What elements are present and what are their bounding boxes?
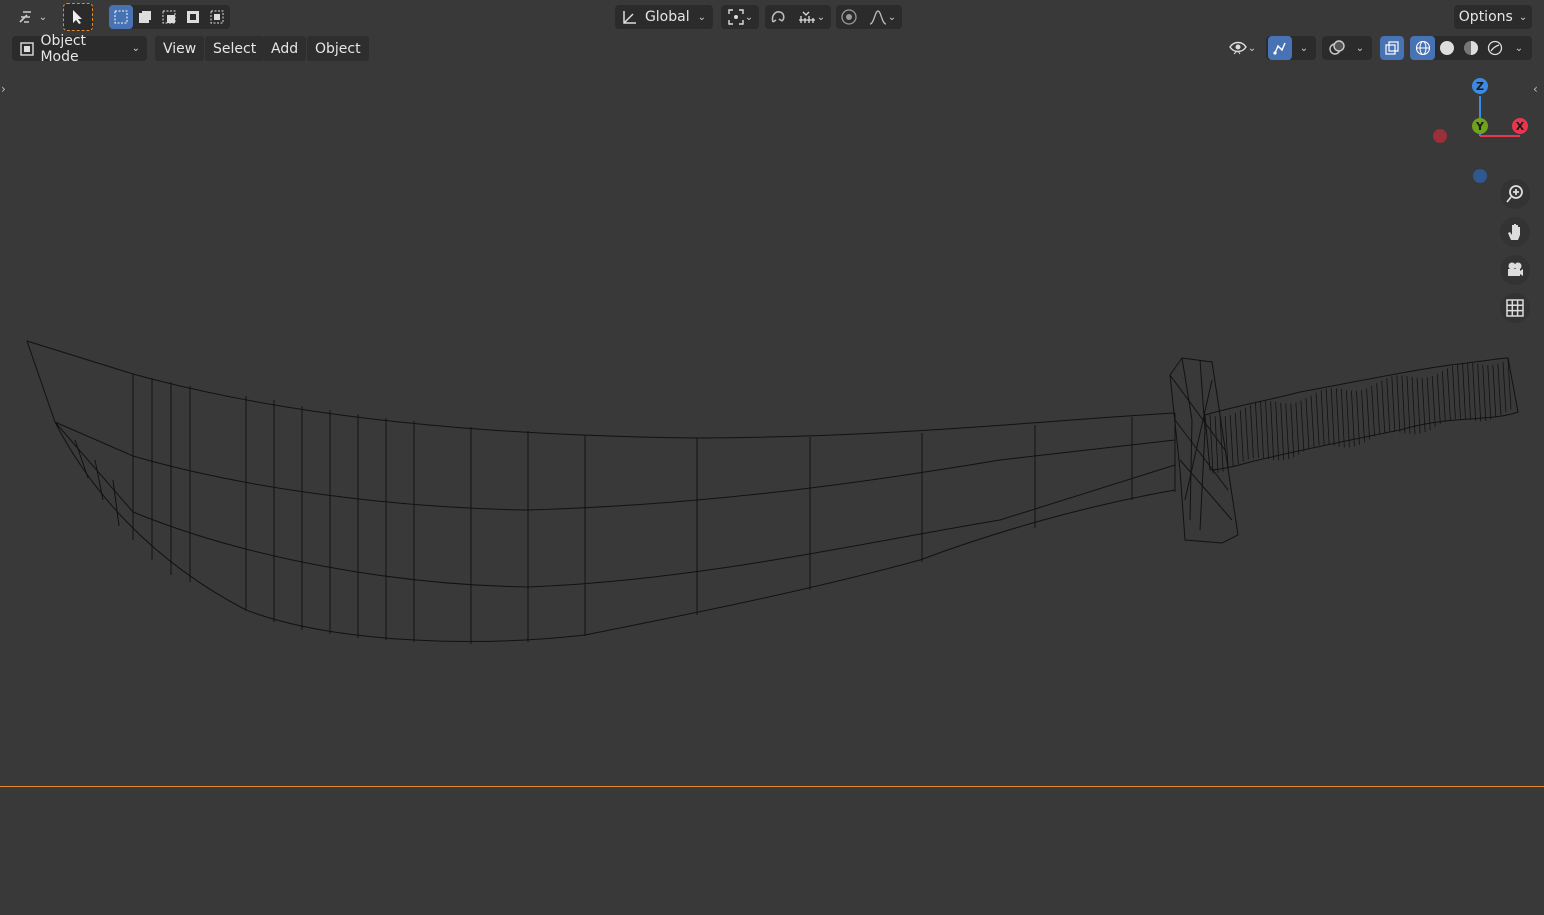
tool-settings-bar: ⌄ Global ⌄ ⌄ ⌄ ⌄ Options ⌄	[0, 0, 1544, 34]
material-shading-button[interactable]	[1459, 36, 1483, 60]
options-label: Options	[1458, 9, 1513, 25]
material-shading-icon	[1464, 41, 1478, 55]
select-mode-intersect-icon	[210, 10, 224, 24]
object-mode-icon	[20, 41, 34, 56]
editor-type-icon	[19, 11, 31, 23]
menu-select[interactable]: Select	[205, 36, 265, 61]
select-mode-extend-icon	[139, 11, 151, 23]
chevron-down-icon: ⌄	[131, 43, 140, 54]
menu-view[interactable]: View	[155, 36, 205, 61]
select-tool-icon	[73, 10, 82, 24]
zoom-icon	[1506, 185, 1523, 203]
xray-icon	[1385, 41, 1399, 55]
chevron-down-icon: ⌄	[1299, 42, 1309, 54]
mode-label: Object Mode	[40, 32, 87, 65]
select-mode-group	[109, 5, 230, 29]
3d-viewport[interactable]: › ‹ Z Y X	[0, 64, 1544, 786]
chevron-down-icon: ⌄	[697, 11, 706, 23]
select-tool-button[interactable]	[63, 3, 93, 31]
snap-toggle[interactable]	[765, 5, 791, 29]
proportional-edit-icon	[841, 9, 857, 25]
chevron-down-icon: ⌄	[1247, 42, 1257, 54]
snap-target-dropdown[interactable]: ⌄	[791, 5, 831, 29]
axis-y-handle[interactable]: Y	[1472, 118, 1488, 134]
chevron-down-icon: ⌄	[1518, 11, 1528, 23]
pan-button[interactable]	[1500, 217, 1530, 247]
camera-icon	[1508, 262, 1523, 276]
orientation-icon	[623, 11, 636, 24]
chevron-down-icon: ⌄	[744, 11, 754, 23]
wireframe-shading-button[interactable]	[1410, 36, 1435, 60]
overlay-dropdown[interactable]: ⌄	[1350, 36, 1370, 60]
visibility-dropdown[interactable]: ⌄	[1222, 36, 1262, 60]
snap-group: ⌄	[765, 5, 831, 29]
gizmo-group: ⌄	[1266, 36, 1316, 60]
chevron-down-icon: ⌄	[38, 11, 48, 23]
select-mode-difference-button[interactable]	[181, 5, 205, 29]
mode-dropdown[interactable]: Object Mode ⌄	[12, 33, 147, 65]
chevron-down-icon: ⌄	[1355, 42, 1365, 54]
pivot-icon	[728, 9, 744, 25]
knife-wireframe-mesh	[26, 340, 1519, 644]
chevron-down-icon: ⌄	[816, 11, 826, 23]
transform-orientation-value: Global	[644, 9, 690, 25]
wireframe-shading-icon	[1415, 40, 1430, 56]
snap-icon	[771, 11, 785, 23]
axis-x-handle[interactable]: X	[1512, 118, 1528, 134]
shading-group: ⌄	[1410, 36, 1532, 60]
select-mode-intersect-button[interactable]	[205, 5, 229, 29]
chevron-down-icon: ⌄	[1514, 42, 1524, 54]
hand-icon	[1508, 224, 1520, 240]
overlay-icon	[1329, 40, 1345, 55]
zoom-button[interactable]	[1500, 179, 1530, 209]
solid-shading-icon	[1440, 41, 1454, 55]
proportional-edit-group: ⌄	[836, 5, 902, 29]
proportional-edit-toggle[interactable]	[836, 5, 862, 29]
gizmo-icon	[1273, 42, 1286, 55]
grid-icon	[1506, 299, 1524, 317]
pivot-point-dropdown[interactable]: ⌄	[721, 5, 759, 29]
select-mode-new-button[interactable]	[109, 5, 133, 29]
transform-orientation-dropdown[interactable]: Global ⌄	[615, 5, 713, 29]
editor-type-button[interactable]: ⌄	[14, 5, 50, 29]
proportional-falloff-dropdown[interactable]: ⌄	[862, 5, 902, 29]
shading-dropdown[interactable]: ⌄	[1508, 36, 1530, 60]
solid-shading-button[interactable]	[1435, 36, 1459, 60]
select-mode-new-icon	[114, 10, 128, 24]
select-mode-subtract-button[interactable]	[157, 5, 181, 29]
timeline-area[interactable]	[0, 786, 1544, 915]
select-mode-subtract-icon	[162, 10, 176, 24]
visibility-icon	[1228, 41, 1247, 55]
select-mode-extend-button[interactable]	[133, 5, 157, 29]
select-mode-difference-icon	[187, 11, 199, 23]
overlay-toggle[interactable]	[1324, 36, 1350, 60]
menu-object[interactable]: Object	[307, 36, 369, 61]
overlay-group: ⌄	[1322, 36, 1372, 60]
falloff-icon	[869, 10, 887, 25]
options-dropdown[interactable]: Options ⌄	[1454, 5, 1532, 29]
xray-toggle[interactable]	[1380, 36, 1404, 60]
snap-increment-icon	[798, 11, 815, 23]
gizmo-toggle[interactable]	[1268, 36, 1292, 60]
menu-add[interactable]: Add	[263, 36, 307, 61]
chevron-down-icon: ⌄	[887, 11, 897, 23]
gizmo-dropdown[interactable]: ⌄	[1294, 36, 1314, 60]
rendered-shading-icon	[1487, 40, 1503, 56]
rendered-shading-button[interactable]	[1483, 36, 1507, 60]
camera-view-button[interactable]	[1500, 255, 1530, 285]
axis-z-handle[interactable]: Z	[1472, 78, 1488, 94]
toggle-perspective-button[interactable]	[1500, 293, 1530, 323]
